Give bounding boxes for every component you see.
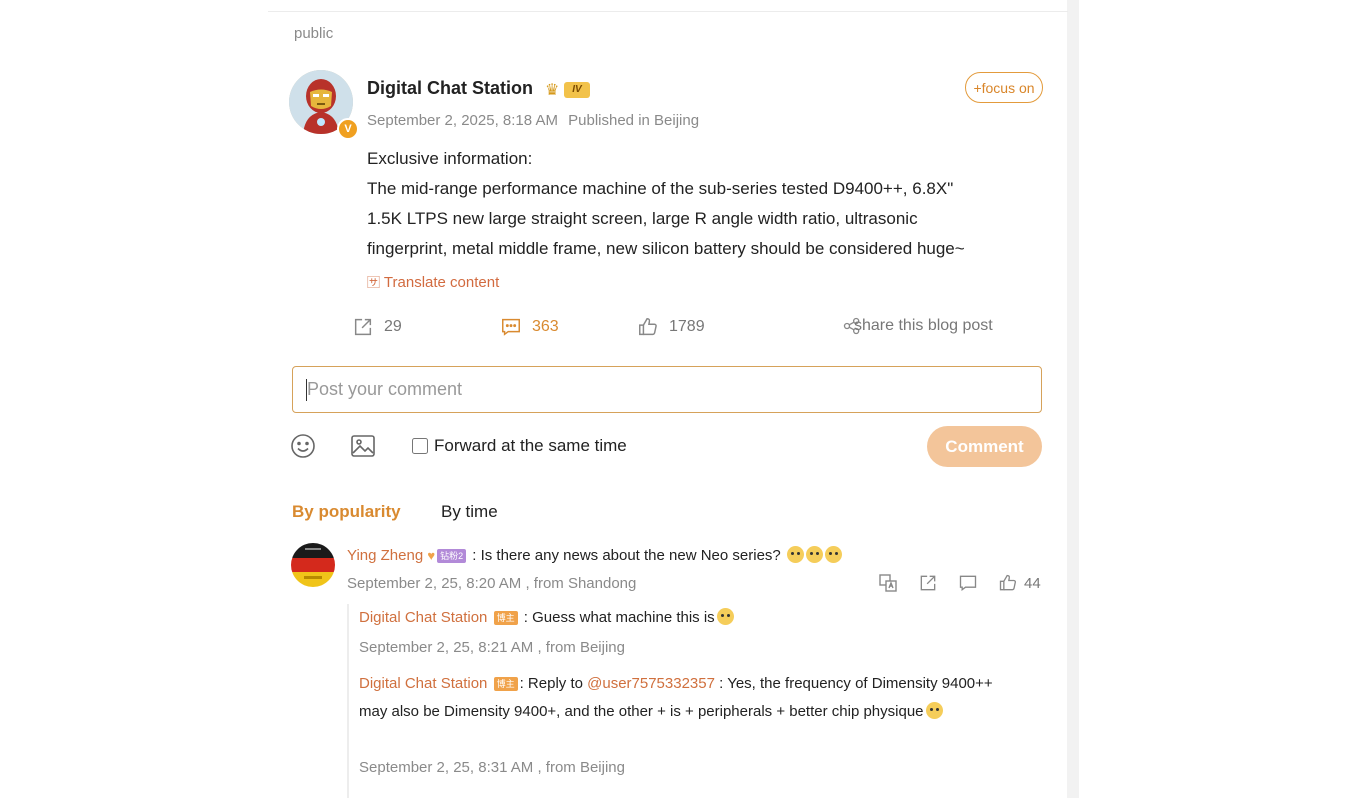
like-button[interactable]: 1789: [637, 316, 705, 338]
thumbs-up-icon: [639, 318, 657, 336]
fan-badge: 钻粉2: [437, 549, 467, 564]
comment-submit-button[interactable]: Comment: [927, 426, 1042, 467]
share-label: share this blog post: [854, 317, 993, 334]
author-name[interactable]: Digital Chat Station: [367, 78, 533, 99]
post-meta: September 2, 2025, 8:18 AM Published in …: [367, 112, 705, 129]
comment-repost-button[interactable]: [918, 573, 938, 593]
forward-option[interactable]: Forward at the same time: [412, 436, 627, 456]
translate-icon: 🈂: [367, 275, 381, 290]
visibility-label: public: [294, 25, 334, 42]
text-caret: [306, 379, 307, 401]
repost-button[interactable]: 29: [352, 316, 402, 338]
reply-item: Digital Chat Station 博主: Reply to @user7…: [359, 670, 1009, 726]
reply-meta: September 2, 25, 8:21 AM , from Beijing: [359, 639, 625, 656]
post-line: 1.5K LTPS new large straight screen, lar…: [367, 209, 918, 228]
share-button[interactable]: share this blog post: [842, 316, 993, 336]
post-line: Exclusive information:: [367, 149, 533, 168]
repost-icon: [354, 318, 372, 336]
comment-like-count: 44: [1024, 574, 1041, 592]
reply-username[interactable]: Digital Chat Station: [359, 609, 487, 626]
doge-emoji-icon: [824, 546, 842, 563]
reply-username[interactable]: Digital Chat Station: [359, 675, 487, 692]
emoji-icon[interactable]: [290, 433, 316, 459]
comment-username[interactable]: Ying Zheng: [347, 547, 423, 564]
thumbs-up-icon: [999, 574, 1017, 591]
comment-meta: September 2, 25, 8:20 AM , from Shandong: [347, 575, 637, 592]
tab-by-time[interactable]: By time: [441, 502, 498, 522]
reply-prefix: : Reply to: [519, 675, 588, 692]
post-line: The mid-range performance machine of the…: [367, 179, 954, 198]
level-badge: IV: [564, 82, 590, 98]
forward-label: Forward at the same time: [434, 436, 627, 455]
reply-item: Digital Chat Station 博主 : Guess what mac…: [359, 604, 1009, 632]
verified-badge-icon: V: [337, 118, 359, 140]
commenter-avatar[interactable]: [291, 543, 335, 587]
comment-text: : Is there any news about the new Neo se…: [472, 547, 781, 564]
comment-text-line: Ying Zheng ♥ 钻粉2 : Is there any news abou…: [347, 546, 842, 564]
reply-text: : Guess what machine this is: [523, 609, 715, 626]
image-upload-icon[interactable]: [350, 433, 376, 459]
comment-count: 363: [532, 318, 559, 335]
translate-button[interactable]: 🈂 Translate content: [367, 272, 499, 291]
post-line: fingerprint, metal middle frame, new sil…: [367, 239, 965, 258]
page-side-gutter: [1067, 0, 1079, 798]
comment-placeholder: Post your comment: [307, 379, 463, 399]
doge-emoji-icon: [716, 608, 734, 625]
repost-count: 29: [384, 318, 402, 335]
comment-input[interactable]: Post your comment: [292, 366, 1042, 413]
doge-emoji-icon: [805, 546, 823, 563]
like-count: 1789: [669, 318, 705, 335]
repost-icon: [920, 575, 936, 591]
translate-label: Translate content: [383, 274, 500, 291]
fan-icon: ♥: [427, 548, 436, 563]
post-body: Exclusive information: The mid-range per…: [367, 144, 1047, 264]
mention-link[interactable]: @user7575332357: [587, 675, 715, 692]
blogger-badge: 博主: [493, 611, 518, 626]
top-divider: [268, 11, 1068, 12]
comment-like-button[interactable]: 44: [998, 573, 1041, 593]
follow-button[interactable]: +focus on: [965, 72, 1043, 103]
translate-icon: [879, 574, 897, 592]
comment-icon: [959, 575, 977, 591]
doge-emoji-icon: [786, 546, 804, 563]
comment-translate-button[interactable]: [878, 573, 898, 593]
reply-thread-line: [347, 604, 349, 798]
forward-checkbox[interactable]: [412, 438, 428, 454]
crown-icon: ♛: [545, 82, 560, 99]
comment-reply-button[interactable]: [958, 573, 978, 593]
comments-button[interactable]: 363: [500, 316, 559, 338]
post-date[interactable]: September 2, 2025, 8:18 AM: [367, 112, 558, 129]
tab-by-popularity[interactable]: By popularity: [292, 502, 401, 522]
post-location: Published in Beijing: [568, 112, 700, 129]
comment-icon: [502, 318, 520, 336]
reply-meta: September 2, 25, 8:31 AM , from Beijing: [359, 759, 625, 776]
doge-emoji-icon: [925, 702, 943, 719]
blogger-badge: 博主: [493, 677, 518, 692]
